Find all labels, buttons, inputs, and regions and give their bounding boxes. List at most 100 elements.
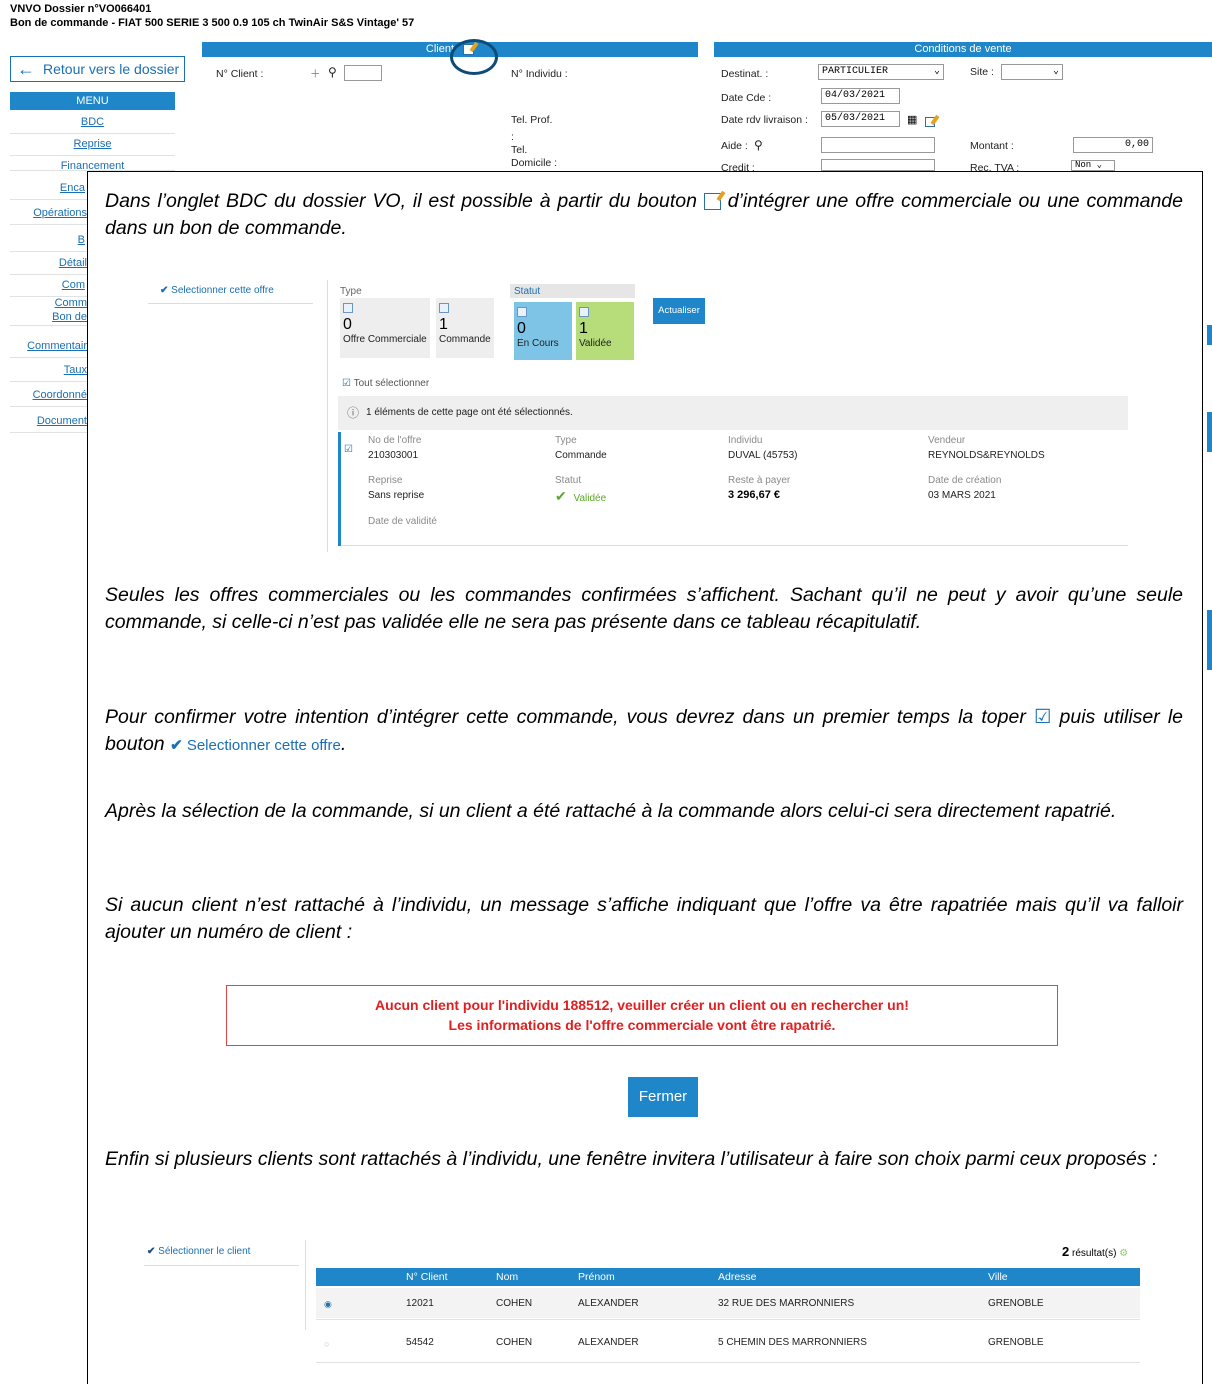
divider bbox=[341, 545, 1128, 546]
paragraph-confirmed-only: Seules les offres commerciales ou les co… bbox=[105, 584, 1183, 633]
aide-input[interactable] bbox=[821, 137, 935, 153]
radio[interactable]: ○ bbox=[324, 1339, 329, 1349]
cell: ALEXANDER bbox=[578, 1337, 639, 1348]
statut-value: ✔ Validée bbox=[555, 488, 607, 504]
menu-item[interactable]: Détail bbox=[10, 253, 87, 275]
checkbox[interactable] bbox=[439, 303, 449, 314]
no-offre-value: 210303001 bbox=[368, 450, 419, 461]
rec-tva-select[interactable]: Non ⌄ bbox=[1071, 160, 1115, 171]
creation-label: Date de création bbox=[928, 475, 1002, 486]
menu-item[interactable]: Coordonné bbox=[10, 385, 87, 407]
checkbox[interactable] bbox=[579, 307, 589, 318]
cell: ALEXANDER bbox=[578, 1298, 639, 1309]
destinat-label: Destinat. : bbox=[721, 68, 769, 80]
paragraph-no-client: Si aucun client n’est rattaché à l’indiv… bbox=[105, 894, 1183, 943]
order-title: Bon de commande - FIAT 500 SERIE 3 500 0… bbox=[10, 17, 415, 29]
cell: 32 RUE DES MARRONNIERS bbox=[718, 1298, 855, 1309]
checkbox[interactable] bbox=[517, 307, 527, 318]
select-offer-inline: ✔ Selectionner cette offre bbox=[170, 737, 341, 754]
tile-offre-commerciale[interactable]: 0 Offre Commerciale bbox=[340, 298, 430, 358]
tile-en-cours[interactable]: 0 En Cours bbox=[514, 302, 572, 360]
menu-item[interactable]: Taux bbox=[10, 360, 87, 382]
scroll-fragment bbox=[1207, 325, 1212, 345]
menu-item[interactable]: B bbox=[10, 230, 87, 252]
tile-commande[interactable]: 1 Commande bbox=[436, 298, 494, 358]
scroll-fragment bbox=[1207, 412, 1212, 452]
col-header: N° Client bbox=[406, 1271, 448, 1283]
close-button[interactable]: Fermer bbox=[628, 1077, 698, 1117]
refresh-button[interactable]: Actualiser bbox=[653, 298, 705, 324]
conditions-panel-header: Conditions de vente bbox=[714, 42, 1212, 57]
info-text: 1 éléments de cette page ont été sélecti… bbox=[366, 407, 573, 418]
edit-icon[interactable] bbox=[925, 113, 935, 131]
document-overlay bbox=[87, 171, 1203, 1384]
highlight-circle bbox=[450, 39, 498, 75]
tile-validee[interactable]: 1 Validée bbox=[576, 302, 634, 360]
radio-selected[interactable]: ◉ bbox=[324, 1299, 332, 1310]
type-label: Type bbox=[555, 435, 577, 446]
menu-header: MENU bbox=[10, 92, 175, 110]
credit-label: Credit : bbox=[721, 162, 755, 171]
paragraph-multiple-clients: Enfin si plusieurs clients sont rattaché… bbox=[105, 1148, 1158, 1170]
menu-item[interactable]: Reprise bbox=[10, 134, 175, 156]
menu-item[interactable]: Com bbox=[10, 275, 87, 297]
destinat-select[interactable]: PARTICULIER ⌄ bbox=[818, 64, 944, 80]
info-icon: ⓘ bbox=[347, 406, 360, 420]
paragraph-intro: Dans l’onglet BDC du dossier VO, il est … bbox=[105, 190, 1183, 239]
menu-item[interactable]: Commentair bbox=[10, 336, 87, 358]
checkbox-icon: ☑ bbox=[1033, 706, 1052, 728]
error-message-box: Aucun client pour l'individu 188512, veu… bbox=[226, 985, 1058, 1046]
row-checkbox[interactable]: ☑ bbox=[344, 444, 353, 455]
tel-label: Tel. bbox=[511, 144, 528, 156]
vendeur-value: REYNOLDS&REYNOLDS bbox=[928, 450, 1045, 461]
date-rdv-input[interactable]: 05/03/2021 bbox=[821, 111, 900, 127]
divider bbox=[327, 280, 328, 552]
search-icon[interactable]: ⚲ bbox=[328, 65, 337, 79]
menu-item[interactable]: Bon de bbox=[10, 310, 87, 326]
checkbox[interactable] bbox=[343, 303, 353, 314]
select-all-checkbox[interactable]: ☑ Tout sélectionner bbox=[342, 378, 429, 389]
menu-item[interactable]: Enca bbox=[10, 178, 87, 200]
select-client-button[interactable]: ✔ Sélectionner le client bbox=[147, 1246, 250, 1257]
type-value: Commande bbox=[555, 450, 607, 461]
menu-item[interactable]: Document bbox=[10, 411, 87, 433]
validite-label: Date de validité bbox=[368, 516, 437, 527]
col-header: Adresse bbox=[718, 1271, 757, 1283]
cell: GRENOBLE bbox=[988, 1337, 1044, 1348]
search-icon[interactable]: ⚲ bbox=[754, 138, 763, 152]
back-to-dossier-button[interactable]: ← Retour vers le dossier bbox=[10, 56, 185, 82]
select-offer-button[interactable]: ✔ Selectionner cette offre bbox=[160, 285, 274, 296]
date-cde-input[interactable]: 04/03/2021 bbox=[821, 88, 900, 104]
divider bbox=[316, 1362, 1140, 1363]
reprise-label: Reprise bbox=[368, 475, 403, 486]
calendar-icon[interactable]: ▦ bbox=[907, 113, 917, 126]
menu-item[interactable]: BDC bbox=[10, 112, 175, 134]
menu-item[interactable]: Financement bbox=[10, 156, 175, 171]
client-number-input[interactable] bbox=[344, 65, 382, 81]
menu-item[interactable]: Comm bbox=[10, 296, 87, 310]
col-header: Ville bbox=[988, 1271, 1008, 1283]
aide-label: Aide : bbox=[721, 140, 748, 152]
check-icon: ✔ bbox=[555, 488, 567, 504]
arrow-left-icon: ← bbox=[17, 58, 35, 79]
menu-item[interactable]: Opérations bbox=[10, 203, 87, 225]
credit-input[interactable] bbox=[821, 159, 935, 171]
site-select[interactable]: ⌄ bbox=[1001, 64, 1063, 80]
no-individu-label: N° Individu : bbox=[511, 68, 568, 80]
cell: GRENOBLE bbox=[988, 1298, 1044, 1309]
edit-icon bbox=[703, 193, 721, 211]
paragraph-confirm-intent: Pour confirmer votre intention d’intégre… bbox=[105, 706, 1184, 755]
reste-label: Reste à payer bbox=[728, 475, 791, 486]
individu-value: DUVAL (45753) bbox=[728, 450, 798, 461]
selected-row-bar bbox=[338, 432, 341, 546]
montant-input[interactable]: 0,00 bbox=[1073, 137, 1153, 153]
statut-label: Statut bbox=[555, 475, 582, 486]
add-icon[interactable]: ＋ bbox=[310, 66, 321, 81]
col-header: Prénom bbox=[578, 1271, 615, 1283]
scroll-fragment bbox=[1207, 610, 1212, 670]
colon-label: : bbox=[511, 131, 514, 143]
montant-label: Montant : bbox=[970, 140, 1014, 152]
site-label: Site : bbox=[970, 66, 994, 78]
vendeur-label: Vendeur bbox=[928, 435, 966, 446]
paragraph-client-attached: Après la sélection de la commande, si un… bbox=[105, 800, 1117, 822]
